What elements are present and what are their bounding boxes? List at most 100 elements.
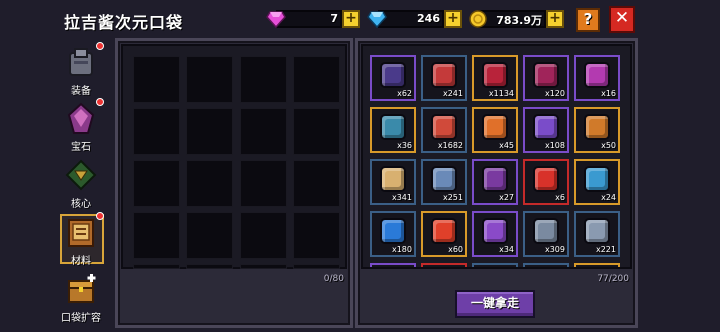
- buy-pink-gem-button[interactable]: +: [342, 10, 360, 28]
- page-title: 拉吉酱次元口袋: [64, 13, 184, 32]
- pocket-grid[interactable]: [121, 44, 347, 269]
- empty-slot[interactable]: [186, 108, 233, 155]
- material-slot[interactable]: x1682: [421, 107, 467, 153]
- material-slot[interactable]: x221: [574, 211, 620, 257]
- empty-slot[interactable]: [133, 264, 180, 269]
- material-slot[interactable]: x34: [472, 211, 518, 257]
- material-slot[interactable]: x45: [472, 107, 518, 153]
- empty-slot[interactable]: [186, 264, 233, 269]
- material-icon: [533, 166, 559, 192]
- material-quantity: x221: [595, 245, 616, 254]
- core-icon: [65, 159, 97, 191]
- material-icon: [431, 218, 457, 244]
- material-icon: [380, 62, 406, 88]
- empty-slot[interactable]: [186, 212, 233, 259]
- material-icon: [482, 62, 508, 88]
- gold-coin-value: 783.9万: [496, 14, 542, 27]
- empty-slot[interactable]: [293, 264, 340, 269]
- material-slot[interactable]: x341: [370, 159, 416, 205]
- material-icon: [584, 218, 610, 244]
- sidebar-item-gems[interactable]: 宝石: [58, 96, 106, 153]
- material-icon: [482, 114, 508, 140]
- sidebar-item-label: 核心: [71, 199, 91, 210]
- empty-slot[interactable]: [133, 212, 180, 259]
- sidebar-item-label: 宝石: [71, 142, 91, 153]
- material-slot[interactable]: x1134: [472, 55, 518, 101]
- material-quantity: x62: [397, 89, 412, 98]
- material-quantity: x341: [391, 193, 412, 202]
- empty-slot[interactable]: [240, 56, 287, 103]
- empty-slot[interactable]: [293, 108, 340, 155]
- material-slot[interactable]: x27: [472, 159, 518, 205]
- empty-slot[interactable]: [240, 108, 287, 155]
- material-quantity: x309: [544, 245, 565, 254]
- material-slot[interactable]: [472, 263, 518, 267]
- material-slot[interactable]: x108: [523, 107, 569, 153]
- material-slot[interactable]: x50: [574, 107, 620, 153]
- material-quantity: x251: [442, 193, 463, 202]
- empty-slot[interactable]: [133, 56, 180, 103]
- material-slot[interactable]: x16: [574, 55, 620, 101]
- material-icon: [584, 62, 610, 88]
- material-slot[interactable]: [523, 263, 569, 267]
- material-icon: [380, 166, 406, 192]
- material-slot[interactable]: [421, 263, 467, 267]
- empty-slot[interactable]: [133, 160, 180, 207]
- material-slot[interactable]: x251: [421, 159, 467, 205]
- empty-slot[interactable]: [186, 56, 233, 103]
- materials-inventory-panel: x62 x241 x1134 x120 x16 x36 x1682 x45 x108 x50 x34…: [355, 38, 638, 328]
- material-quantity: x241: [442, 89, 463, 98]
- help-button[interactable]: ?: [576, 8, 600, 32]
- gem-icon: [67, 102, 95, 134]
- material-quantity: x45: [499, 141, 514, 150]
- empty-slot[interactable]: [133, 108, 180, 155]
- material-slot[interactable]: x6: [523, 159, 569, 205]
- material-slot[interactable]: [574, 263, 620, 267]
- take-all-button[interactable]: 一键拿走: [455, 290, 535, 318]
- sidebar-item-label: 口袋扩容: [61, 313, 101, 324]
- material-icon: [584, 114, 610, 140]
- material-quantity: x16: [601, 89, 616, 98]
- buy-blue-diamond-button[interactable]: +: [444, 10, 462, 28]
- sidebar-item-materials[interactable]: 材料: [58, 210, 106, 267]
- material-quantity: x108: [544, 141, 565, 150]
- material-slot[interactable]: x120: [523, 55, 569, 101]
- material-quantity: x36: [397, 141, 412, 150]
- sidebar-item-equipment[interactable]: 装备: [58, 40, 106, 97]
- empty-slot[interactable]: [293, 56, 340, 103]
- material-quantity: x24: [601, 193, 616, 202]
- material-quantity: x60: [448, 245, 463, 254]
- chest-expand-icon: [68, 274, 96, 303]
- sidebar-item-label: 装备: [71, 86, 91, 97]
- material-slot[interactable]: x62: [370, 55, 416, 101]
- material-slot[interactable]: x309: [523, 211, 569, 257]
- empty-slot[interactable]: [293, 212, 340, 259]
- material-quantity: x27: [499, 193, 514, 202]
- empty-slot[interactable]: [240, 212, 287, 259]
- empty-slot[interactable]: [186, 160, 233, 207]
- pink-gem-value: 7: [330, 12, 338, 25]
- material-icon: [482, 166, 508, 192]
- material-slot[interactable]: x60: [421, 211, 467, 257]
- empty-slot[interactable]: [240, 264, 287, 269]
- material-icon: [380, 114, 406, 140]
- sidebar-item-core[interactable]: 核心: [58, 158, 104, 210]
- blue-diamond-value: 246: [417, 12, 440, 25]
- pocket-capacity: 0/80: [323, 274, 344, 284]
- material-quantity: x120: [544, 89, 565, 98]
- material-icon: [431, 62, 457, 88]
- material-icon: [533, 62, 559, 88]
- material-slot[interactable]: x180: [370, 211, 416, 257]
- empty-slot[interactable]: [293, 160, 340, 207]
- close-button[interactable]: ✕: [609, 6, 635, 33]
- material-icon: [482, 218, 508, 244]
- material-quantity: x180: [391, 245, 412, 254]
- material-slot[interactable]: [370, 263, 416, 267]
- buy-gold-coin-button[interactable]: +: [546, 10, 564, 28]
- sidebar-item-pocket-expand[interactable]: 口袋扩容: [58, 272, 104, 324]
- materials-grid[interactable]: x62 x241 x1134 x120 x16 x36 x1682 x45 x108 x50 x34…: [361, 44, 632, 269]
- material-slot[interactable]: x24: [574, 159, 620, 205]
- empty-slot[interactable]: [240, 160, 287, 207]
- material-slot[interactable]: x241: [421, 55, 467, 101]
- material-slot[interactable]: x36: [370, 107, 416, 153]
